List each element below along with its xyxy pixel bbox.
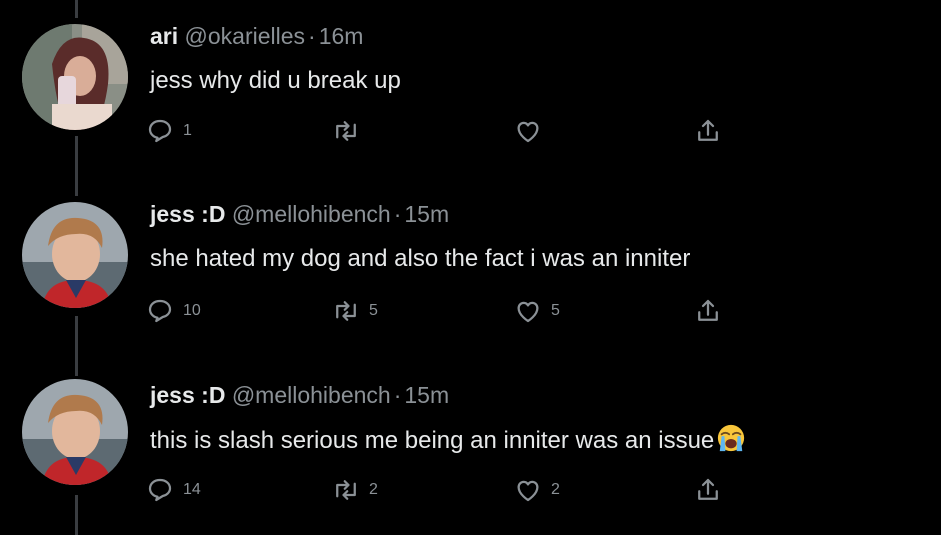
avatar[interactable]: [22, 202, 128, 308]
user-handle[interactable]: @mellohibench: [232, 201, 391, 227]
tweet-text: she hated my dog and also the fact i was…: [150, 245, 691, 272]
share-button[interactable]: [693, 116, 723, 146]
action-bar: 10 5 5: [145, 296, 745, 326]
display-name[interactable]: ari: [150, 23, 178, 49]
like-count: 5: [551, 302, 560, 319]
reply-icon: [148, 478, 172, 502]
like-button[interactable]: 5: [513, 296, 560, 326]
retweet-icon: [336, 480, 356, 500]
user-handle[interactable]: @okarielles: [185, 23, 306, 49]
action-bar: 14 2 2: [145, 475, 745, 505]
reply-count: 10: [183, 302, 201, 319]
like-button[interactable]: [513, 116, 551, 146]
reply-icon: [148, 299, 172, 323]
heart-icon: [517, 480, 539, 502]
avatar-photo-boy-icon: [22, 379, 128, 485]
timestamp[interactable]: 16m: [319, 23, 364, 49]
tweet-header: jess :D @mellohibench · 15m: [150, 381, 449, 409]
separator-dot: ·: [393, 201, 402, 227]
heart-icon: [517, 121, 539, 143]
tweet-text: jess why did u break up: [150, 67, 401, 94]
retweet-icon: [336, 121, 356, 141]
share-button[interactable]: [693, 296, 723, 326]
retweet-icon: [336, 301, 356, 321]
tweet[interactable]: jess :D @mellohibench · 15m this is slash …: [0, 357, 941, 535]
avatar-photo-boy-icon: [22, 202, 128, 308]
retweet-count: 5: [369, 302, 378, 319]
reply-button[interactable]: 1: [145, 116, 192, 146]
avatar[interactable]: [22, 379, 128, 485]
heart-icon: [517, 301, 539, 323]
reply-count: 14: [183, 481, 201, 498]
reply-icon: [148, 119, 172, 143]
timestamp[interactable]: 15m: [404, 382, 449, 408]
retweet-button[interactable]: [331, 116, 369, 146]
tweet-thread: ari @okarielles · 16m jess why did u break…: [0, 0, 941, 535]
loudly-crying-face-icon: [718, 424, 745, 452]
share-icon: [698, 119, 718, 141]
share-button[interactable]: [693, 475, 723, 505]
display-name[interactable]: jess :D: [150, 201, 225, 227]
action-bar: 1: [145, 116, 745, 146]
tweet-text-content: this is slash serious me being an innite…: [150, 427, 715, 454]
avatar-photo-girl-icon: [22, 24, 128, 130]
tweet[interactable]: ari @okarielles · 16m jess why did u break…: [0, 0, 941, 178]
retweet-count: 2: [369, 481, 378, 498]
separator-dot: ·: [393, 382, 402, 408]
tweet-header: jess :D @mellohibench · 15m: [150, 200, 449, 228]
tweet-header: ari @okarielles · 16m: [150, 22, 363, 50]
separator-dot: ·: [308, 23, 316, 49]
user-handle[interactable]: @mellohibench: [232, 382, 391, 408]
avatar[interactable]: [22, 24, 128, 130]
retweet-button[interactable]: 2: [331, 475, 378, 505]
display-name[interactable]: jess :D: [150, 382, 225, 408]
tweet-text: this is slash serious me being an innite…: [150, 423, 746, 456]
retweet-button[interactable]: 5: [331, 296, 378, 326]
share-icon: [698, 299, 718, 321]
reply-count: 1: [183, 122, 192, 139]
share-icon: [698, 478, 718, 500]
reply-button[interactable]: 10: [145, 296, 201, 326]
like-count: 2: [551, 481, 560, 498]
timestamp[interactable]: 15m: [404, 201, 449, 227]
reply-button[interactable]: 14: [145, 475, 201, 505]
like-button[interactable]: 2: [513, 475, 560, 505]
tweet[interactable]: jess :D @mellohibench · 15m she hated my d…: [0, 178, 941, 356]
